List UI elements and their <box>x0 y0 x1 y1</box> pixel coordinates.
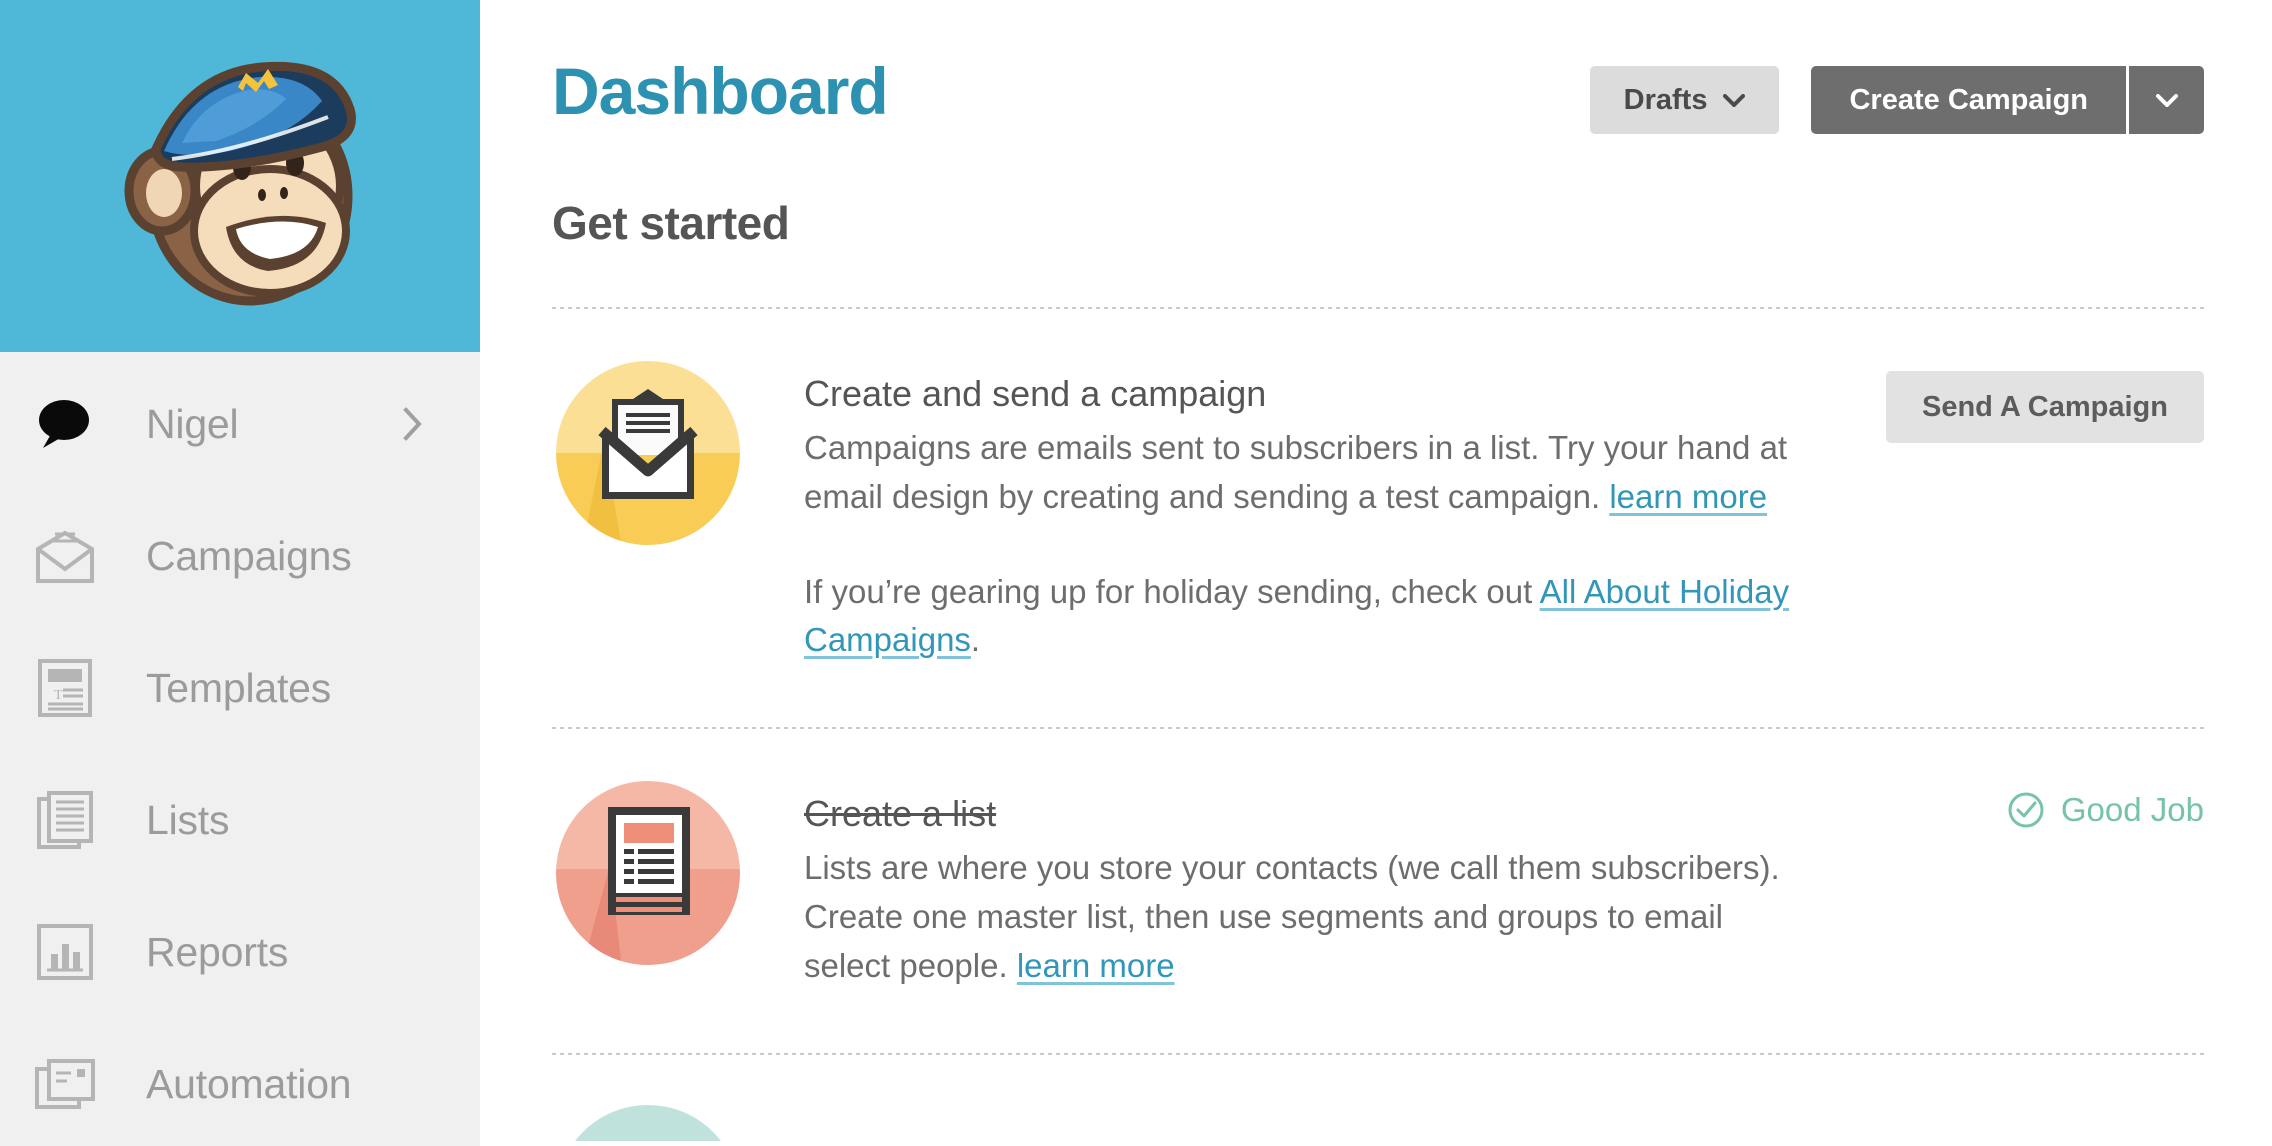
sidebar: Nigel Campaigns T Templates Lists Report… <box>0 0 480 1146</box>
svg-text:T: T <box>54 688 63 703</box>
sidebar-item-label: Reports <box>146 928 289 975</box>
send-a-campaign-label: Send A Campaign <box>1922 390 2168 423</box>
template-document-icon: T <box>28 651 102 725</box>
brand-logo-panel <box>0 0 480 352</box>
sidebar-item-automation[interactable]: Automation <box>0 1018 480 1146</box>
drafts-button[interactable]: Drafts <box>1589 66 1780 134</box>
check-circle-icon <box>2008 792 2044 828</box>
bar-chart-icon <box>28 915 102 989</box>
get-started-card-campaign: Create and send a campaign Campaigns are… <box>552 309 2204 665</box>
dashboard-page: Nigel Campaigns T Templates Lists Report… <box>0 0 2272 1146</box>
drafts-label: Drafts <box>1623 83 1708 116</box>
main-content: Dashboard Drafts Create Campaign Get sta… <box>480 0 2272 1146</box>
sidebar-item-label: Nigel <box>146 400 239 447</box>
header-actions: Drafts Create Campaign <box>1589 66 2204 134</box>
chevron-down-icon <box>1723 93 1746 107</box>
sidebar-item-lists[interactable]: Lists <box>0 754 480 886</box>
card-paragraph-1: Campaigns are emails sent to subscribers… <box>804 424 1804 522</box>
section-title: Get started <box>552 197 790 249</box>
page-title: Dashboard <box>552 54 889 128</box>
status-badge-label: Good Job <box>2060 791 2204 829</box>
next-card-icon-partial <box>552 1101 2204 1141</box>
speech-bubble-icon <box>28 387 102 461</box>
card-action: Send A Campaign <box>1886 371 2204 443</box>
card-paragraph-1-text: Lists are where you store your contacts … <box>804 849 1780 984</box>
card-divider <box>552 1052 2204 1055</box>
sidebar-item-templates[interactable]: T Templates <box>0 622 480 754</box>
envelope-circle-icon <box>552 357 744 549</box>
card-heading: Create and send a campaign <box>804 373 1267 414</box>
envelope-icon <box>28 519 102 593</box>
sidebar-nav: Nigel Campaigns T Templates Lists Report… <box>0 352 480 1146</box>
card-action: Good Job <box>2007 791 2204 829</box>
card-paragraph-2-suffix: . <box>970 621 981 659</box>
create-campaign-button[interactable]: Create Campaign <box>1811 66 2126 134</box>
get-started-card-list: Create a list Lists are where you store … <box>552 729 2204 990</box>
chevron-right-icon <box>403 407 422 441</box>
sidebar-item-nigel[interactable]: Nigel <box>0 358 480 490</box>
sidebar-item-label: Automation <box>146 1060 352 1107</box>
sidebar-item-reports[interactable]: Reports <box>0 886 480 1018</box>
status-badge-good-job: Good Job <box>2007 791 2204 829</box>
create-campaign-label: Create Campaign <box>1849 83 2088 116</box>
card-paragraph-2-text: If you’re gearing up for holiday sending… <box>804 572 1540 610</box>
learn-more-link[interactable]: learn more <box>1017 947 1175 984</box>
card-body: Create a list Lists are where you store … <box>804 777 1804 990</box>
page-header: Dashboard Drafts Create Campaign <box>552 0 2204 182</box>
sidebar-item-campaigns[interactable]: Campaigns <box>0 490 480 622</box>
send-a-campaign-button[interactable]: Send A Campaign <box>1886 371 2204 443</box>
sidebar-item-label: Campaigns <box>146 532 352 579</box>
card-paragraph-1: Lists are where you store your contacts … <box>804 844 1804 990</box>
create-campaign-split-button: Create Campaign <box>1811 66 2204 134</box>
automation-cards-icon <box>28 1047 102 1121</box>
sidebar-item-label: Lists <box>146 796 230 843</box>
stacked-lists-icon <box>28 783 102 857</box>
freddie-mascot-logo <box>124 61 356 306</box>
card-body: Create and send a campaign Campaigns are… <box>804 357 1804 665</box>
sidebar-item-label: Templates <box>146 664 332 711</box>
learn-more-link[interactable]: learn more <box>1609 478 1767 515</box>
card-heading: Create a list <box>804 793 997 835</box>
card-paragraph-2: If you’re gearing up for holiday sending… <box>804 568 1804 666</box>
list-document-circle-icon <box>552 777 744 969</box>
chevron-down-icon <box>2155 93 2178 107</box>
create-campaign-dropdown-button[interactable] <box>2126 66 2204 134</box>
